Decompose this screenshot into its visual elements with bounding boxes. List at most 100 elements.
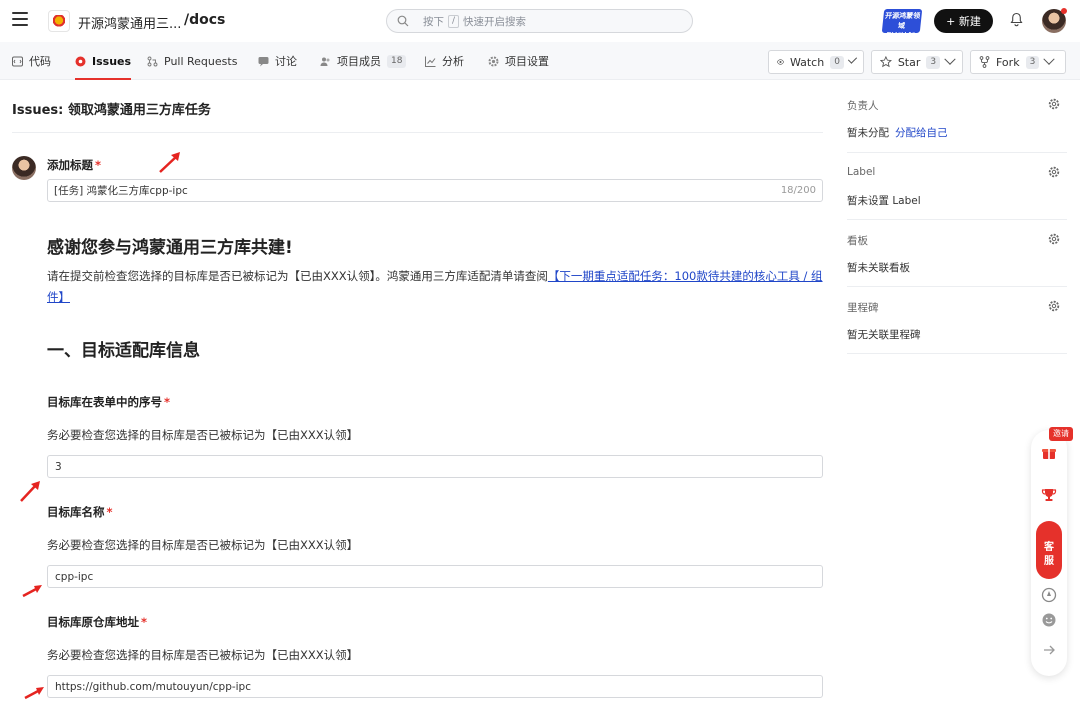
hamburger-menu-icon[interactable] — [12, 12, 28, 26]
code-icon — [12, 56, 23, 66]
assignee-label: 负责人 — [847, 100, 879, 112]
divider — [847, 286, 1067, 287]
field-label-repo-url: 目标库原仓库地址 * — [47, 615, 148, 629]
tab-label: Pull Requests — [164, 54, 238, 68]
tab-label: 项目成员 — [337, 55, 381, 68]
milestone-gear-icon[interactable] — [1048, 300, 1060, 312]
fork-icon — [979, 56, 990, 68]
issues-icon — [75, 56, 86, 66]
members-count-badge: 18 — [387, 54, 407, 68]
page-title: Issues: 领取鸿蒙通用三方库任务 — [12, 103, 211, 118]
repo-path[interactable]: /docs — [184, 12, 225, 28]
required-marker: * — [95, 158, 102, 172]
tab-label: 项目设置 — [505, 55, 549, 68]
tab-issues[interactable]: Issues — [75, 42, 132, 80]
intro-paragraph: 请在提交前检查您选择的目标库是否已被标记为【已由XXX认领】。鸿蒙通用三方库适配… — [47, 269, 823, 304]
star-label: Star — [897, 55, 921, 69]
chevron-down-icon — [944, 53, 956, 65]
library-name-input[interactable]: cpp-ipc — [47, 565, 823, 588]
tab-members[interactable]: 项目成员 18 — [320, 42, 407, 80]
analytics-icon — [425, 56, 436, 67]
repo-name[interactable]: 开源鸿蒙通用三... — [78, 13, 181, 32]
repo-logo[interactable] — [48, 10, 70, 32]
watch-button[interactable]: Watch 0 — [768, 50, 864, 74]
compass-icon[interactable] — [1040, 586, 1058, 604]
discussion-icon — [258, 56, 269, 66]
issue-title-input[interactable]: [任务] 鸿蒙化三方库cpp-ipc 18/200 — [47, 179, 823, 202]
assignee-gear-icon[interactable] — [1048, 98, 1060, 110]
chevron-down-icon — [847, 54, 858, 64]
gift-icon[interactable] — [1040, 444, 1058, 462]
assign-to-me-link[interactable]: 分配给自己 — [895, 127, 948, 139]
avatar — [12, 156, 36, 180]
fork-count: 3 — [1025, 55, 1040, 69]
promo-badge[interactable]: 开源鸿蒙领域 联创计划 — [881, 9, 923, 40]
section-heading: 一、目标适配库信息 — [47, 341, 200, 361]
tab-label: 分析 — [442, 55, 464, 68]
fork-label: Fork — [996, 55, 1020, 69]
tab-settings[interactable]: 项目设置 — [488, 42, 549, 80]
required-marker: * — [164, 395, 171, 409]
members-icon — [320, 57, 330, 66]
smile-icon[interactable] — [1040, 611, 1058, 629]
label-gear-icon[interactable] — [1048, 166, 1060, 178]
chevron-down-icon — [1043, 53, 1055, 65]
divider — [847, 353, 1067, 354]
tab-label: 代码 — [29, 55, 51, 68]
board-label: 看板 — [847, 235, 868, 247]
library-repo-url-input[interactable]: https://github.com/mutouyun/cpp-ipc — [47, 675, 823, 698]
divider — [847, 152, 1067, 153]
new-button[interactable]: + 新建 — [934, 9, 993, 33]
divider — [847, 219, 1067, 220]
settings-icon — [488, 56, 499, 66]
star-button[interactable]: Star 3 — [871, 50, 963, 74]
label-section-label: Label — [847, 166, 876, 178]
issue-title-value: [任务] 鸿蒙化三方库cpp-ipc — [54, 185, 188, 197]
title-field-label: 添加标题 * — [47, 158, 102, 172]
star-icon — [880, 56, 892, 68]
assignee-value: 暂未分配 分配给自己 — [847, 127, 948, 139]
customer-service-button[interactable]: 客 服 — [1036, 521, 1062, 579]
search-icon — [397, 15, 409, 27]
red-arrow-annotation — [20, 481, 40, 502]
arrow-right-icon[interactable] — [1040, 641, 1058, 659]
library-index-input[interactable]: 3 — [47, 455, 823, 478]
field-help-repo-url: 务必要检查您选择的目标库是否已被标记为【已由XXX认领】 — [47, 648, 359, 662]
trophy-icon[interactable] — [1040, 486, 1058, 504]
eye-icon — [777, 59, 784, 65]
field-label-index: 目标库在表单中的序号 * — [47, 395, 171, 409]
fork-button[interactable]: Fork 3 — [970, 50, 1066, 74]
pull-request-icon — [147, 56, 158, 66]
tab-pull-requests[interactable]: Pull Requests — [147, 42, 237, 80]
search-prefix: 按下 — [423, 15, 444, 28]
tab-discussion[interactable]: 讨论 — [258, 42, 297, 80]
red-arrow-annotation — [24, 687, 44, 700]
thanks-heading: 感谢您参与鸿蒙通用三方库共建! — [47, 238, 293, 258]
label-value: 暂未设置 Label — [847, 195, 921, 207]
tab-analytics[interactable]: 分析 — [425, 42, 464, 80]
required-marker: * — [141, 615, 148, 629]
search-placeholder: 快速开启搜索 — [463, 15, 527, 28]
invite-badge[interactable]: 邀请 — [1049, 427, 1073, 441]
notification-dot — [1061, 8, 1067, 14]
top-header: 开源鸿蒙通用三... /docs 按下 / 快速开启搜索 开源鸿蒙领域 联创计划… — [0, 0, 1080, 42]
board-value: 暂未关联看板 — [847, 262, 910, 274]
star-count: 3 — [926, 55, 941, 69]
divider — [12, 132, 823, 133]
required-marker: * — [106, 505, 113, 519]
milestone-label: 里程碑 — [847, 302, 879, 314]
search-shortcut-key: / — [448, 14, 460, 28]
title-char-counter: 18/200 — [780, 185, 816, 196]
red-arrow-annotation — [159, 152, 180, 173]
watch-label: Watch — [789, 55, 825, 69]
bell-icon[interactable] — [1010, 12, 1023, 27]
red-arrow-annotation — [22, 585, 42, 598]
field-help-index: 务必要检查您选择的目标库是否已被标记为【已由XXX认领】 — [47, 428, 359, 442]
tab-label: Issues — [92, 54, 132, 68]
watch-count: 0 — [830, 55, 844, 69]
tab-code[interactable]: 代码 — [12, 42, 51, 80]
board-gear-icon[interactable] — [1048, 233, 1060, 245]
search-input[interactable]: 按下 / 快速开启搜索 — [386, 9, 693, 33]
milestone-value: 暂无关联里程碑 — [847, 329, 921, 341]
field-label-name: 目标库名称 * — [47, 505, 113, 519]
